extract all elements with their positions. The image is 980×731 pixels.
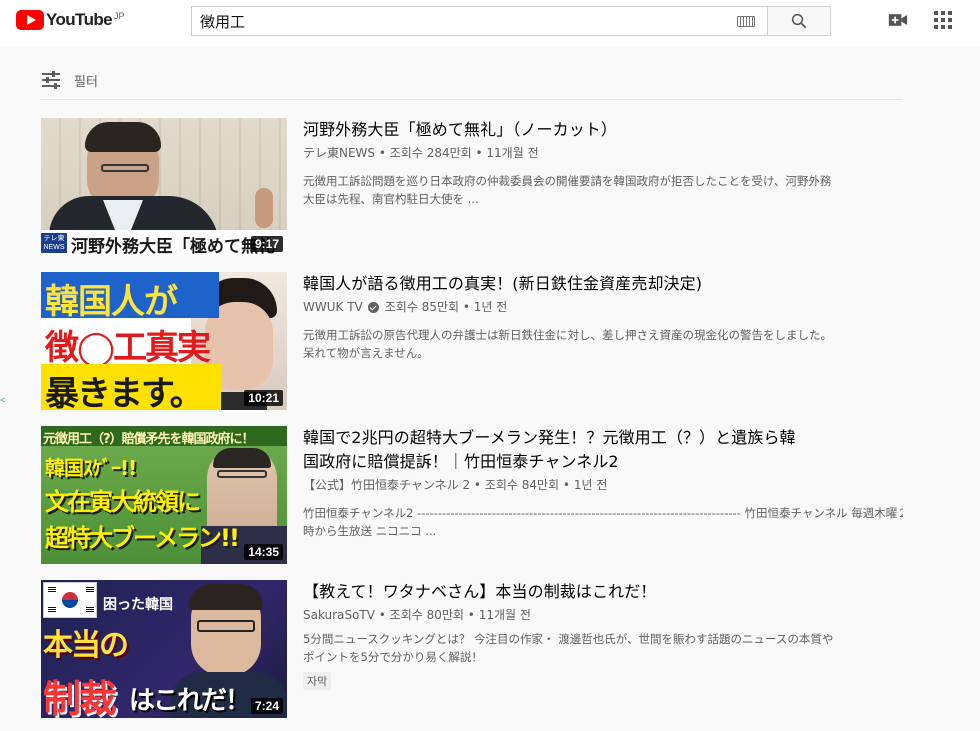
search-results: 필터 テレ東 NEWS 河野外務大臣「極めて無礼 9:17 河野外務大臣「極めて… [16,46,978,731]
video-description: 5分間ニュースクッキングとは？ 今注目の作家・ 渡邊哲也氏が、世間を賑わす話題の… [303,630,903,666]
video-duration: 10:21 [244,390,283,406]
thumbnail-caption: はこれだ！ [129,686,251,716]
description-line: 元徴用工訴訟の原告代理人の弁護士は新日鉄住金に対し、差し押さえ資産の現金化の警告… [303,328,832,342]
view-count: 조회수 84만회 [484,478,560,492]
thumbnail-caption: 韓国ｽｹﾞｰ!! [45,456,137,480]
video-duration: 14:35 [244,544,283,560]
description-line: 大臣は先程、南官杓駐日大使を ... [303,192,479,206]
channel-name[interactable]: テレ東NEWS [303,144,375,162]
thumbnail-caption: 河野外務大臣「極めて無礼 [71,237,275,256]
video-thumbnail[interactable]: 元徴用工（?）賠償矛先を韓国政府に！ 韓国ｽｹﾞｰ!! 文在寅大統領に 超特大ブ… [41,426,287,564]
video-description: 竹田恒泰チャンネル2 -----------------------------… [303,504,903,540]
thumbnail-caption: 制裁 [43,677,117,718]
video-meta: SakuraSoTV • 조회수 80만회 • 11개월 전 [303,606,531,624]
view-count: 조회수 80만회 [389,608,464,622]
search-button[interactable] [767,6,831,36]
top-icons [888,11,952,29]
thumbnail-caption: 本当の [43,628,129,663]
upload-age: 1년 전 [573,478,608,492]
logo-text: YouTube [46,10,113,29]
filter-icon [42,71,60,89]
thumbnail-corner-logo: テレ東 NEWS [41,233,67,253]
upload-age: 1년 전 [473,300,508,314]
view-count: 조회수 284만회 [389,146,472,160]
thumbnail-caption: 暴きます。 [45,374,204,410]
thumbnail-caption: 超特大ブーメラン!! [45,524,240,552]
video-title[interactable]: 韓国人が語る徴用工の真実！(新日鉄住金資産売却決定) [303,272,903,296]
video-info: 韓国人が語る徴用工の真実！(新日鉄住金資産売却決定) WWUK TV 조회수 8… [303,272,903,362]
filter-bar[interactable]: 필터 [40,68,902,100]
video-create-icon[interactable] [888,12,908,28]
view-count: 조회수 85만회 [384,300,460,314]
video-info: 韓国で2兆円の超特大ブーメラン発生！？元徴用工（？）と遺族ら韓 国政府に賠償提訴… [303,426,903,540]
channel-name[interactable]: 【公式】竹田恒泰チャンネル 2 [303,476,470,494]
video-description: 元徴用工訴訟問題を巡り日本政府の仲裁委員会の開催要請を韓国政府が拒否したことを受… [303,172,903,208]
subtitles-badge: 자막 [303,672,332,690]
apps-grid-icon[interactable] [934,11,952,29]
video-title[interactable]: 韓国で2兆円の超特大ブーメラン発生！？元徴用工（？）と遺族ら韓 国政府に賠償提訴… [303,426,903,474]
logo-region: JP [114,10,125,21]
search-input[interactable] [200,12,737,30]
video-result[interactable]: 韓国人が 徴◯工真実 暴きます。 10:21 韓国人が語る徴用工の真実！(新日鉄… [41,272,911,412]
video-thumbnail[interactable]: 困った韓国 本当の 制裁 はこれだ！ 7:24 [41,580,287,718]
video-meta: WWUK TV 조회수 85만회 • 1년 전 [303,298,508,316]
thumbnail-caption: 文在寅大統領に [45,488,201,516]
verified-badge-icon [367,301,379,313]
thumbnail-caption: 韓国人が [45,282,178,322]
upload-age: 11개월 전 [486,146,539,160]
video-meta: テレ東NEWS • 조회수 284만회 • 11개월 전 [303,144,539,162]
video-duration: 7:24 [250,698,283,714]
video-thumbnail[interactable]: テレ東 NEWS 河野外務大臣「極めて無礼 9:17 [41,118,287,256]
video-meta: 【公式】竹田恒泰チャンネル 2 • 조회수 84만회 • 1년 전 [303,476,608,494]
video-thumbnail[interactable]: 韓国人が 徴◯工真実 暴きます。 10:21 [41,272,287,410]
video-duration: 9:17 [250,236,283,252]
youtube-logo[interactable]: YouTube JP [16,10,125,30]
description-line: 呆れて物が言えません。 [303,346,429,360]
video-title[interactable]: 河野外務大臣「極めて無礼」（ノーカット） [303,118,903,142]
channel-name[interactable]: WWUK TV [303,298,363,316]
youtube-play-icon [16,10,44,30]
video-result[interactable]: 元徴用工（?）賠償矛先を韓国政府に！ 韓国ｽｹﾞｰ!! 文在寅大統領に 超特大ブ… [41,426,911,566]
video-description: 元徴用工訴訟の原告代理人の弁護士は新日鉄住金に対し、差し押さえ資産の現金化の警告… [303,326,903,362]
description-line: 時から生放送 ニコニコ ... [303,524,437,538]
thumbnail-caption: 元徴用工（?）賠償矛先を韓国政府に！ [43,432,255,447]
search-box [191,6,767,36]
upload-age: 11개월 전 [478,608,531,622]
korea-flag-icon [43,582,97,618]
video-title[interactable]: 【教えて！ワタナベさん】本当の制裁はこれだ！ [303,580,903,604]
thumbnail-caption: 徴◯工真実 [45,328,211,368]
search-icon [791,13,807,29]
masthead: YouTube JP [0,0,980,46]
video-title-line: 国政府に賠償提訴！｜竹田恒泰チャンネル2 [303,452,619,471]
description-line: 5分間ニュースクッキングとは？ 今注目の作家・ 渡邊哲也氏が、世間を賑わす話題の… [303,632,834,646]
video-info: 河野外務大臣「極めて無礼」（ノーカット） テレ東NEWS • 조회수 284만회… [303,118,903,208]
video-result[interactable]: テレ東 NEWS 河野外務大臣「極めて無礼 9:17 河野外務大臣「極めて無礼」… [41,118,911,258]
video-title-line: 韓国で2兆円の超特大ブーメラン発生！？元徴用工（？）と遺族ら韓 [303,428,796,447]
filter-label: 필터 [74,75,98,90]
video-info: 【教えて！ワタナベさん】本当の制裁はこれだ！ SakuraSoTV • 조회수 … [303,580,903,690]
description-line: ポイントを5分で分かり易く解説！ [303,650,483,664]
description-line: 元徴用工訴訟問題を巡り日本政府の仲裁委員会の開催要請を韓国政府が拒否したことを受… [303,174,832,188]
keyboard-icon[interactable] [737,15,755,27]
thumbnail-caption: 困った韓国 [103,597,173,613]
side-marker: < [0,395,6,405]
channel-name[interactable]: SakuraSoTV [303,606,375,624]
description-line: 竹田恒泰チャンネル2 -----------------------------… [303,506,903,520]
video-result[interactable]: 困った韓国 本当の 制裁 はこれだ！ 7:24 【教えて！ワタナベさん】本当の制… [41,580,911,720]
search-bar [191,6,831,36]
